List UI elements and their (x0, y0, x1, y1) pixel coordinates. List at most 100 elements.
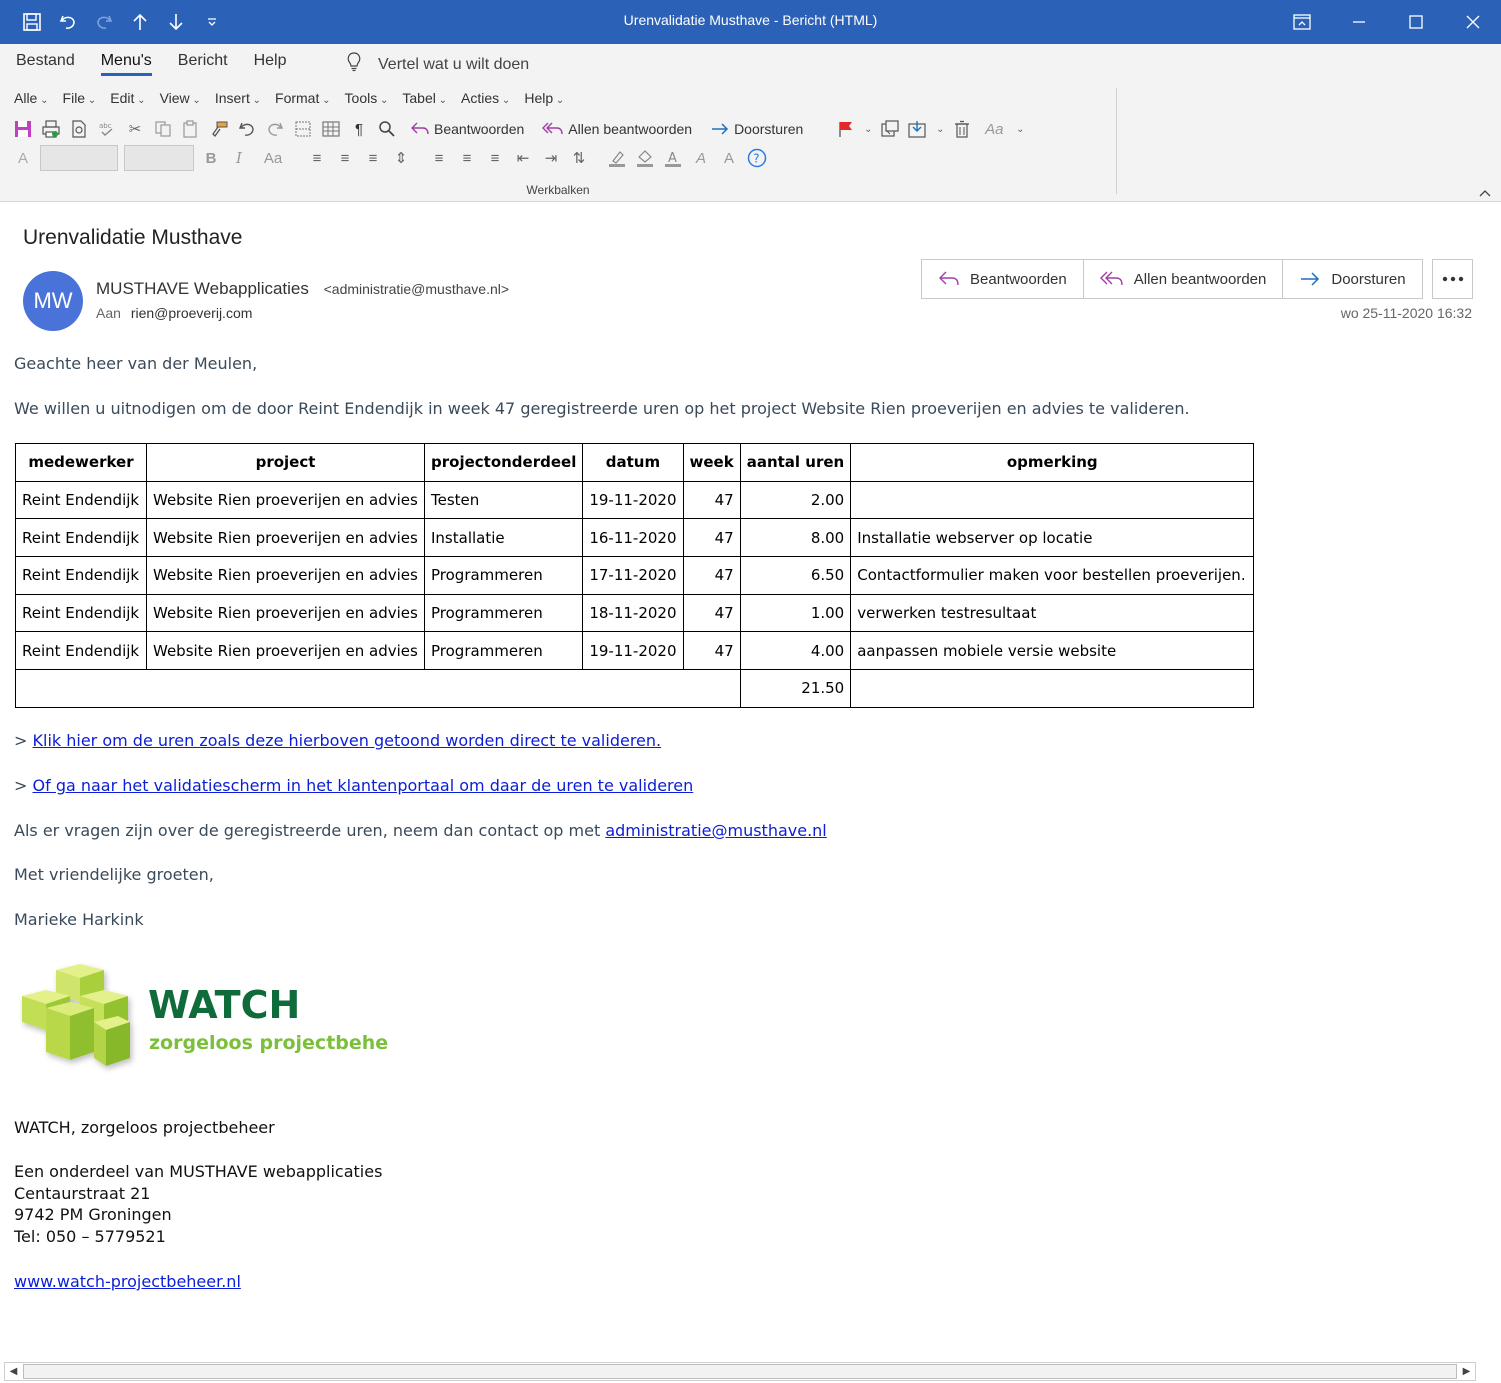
spelling-icon[interactable]: abc (96, 118, 118, 140)
align-left-icon[interactable]: ≡ (306, 147, 328, 169)
format-painter-icon[interactable] (208, 118, 230, 140)
tab-help[interactable]: Help (254, 52, 287, 76)
website-link[interactable]: www.watch-projectbeheer.nl (14, 1272, 241, 1291)
help-icon[interactable]: ? (746, 147, 768, 169)
tab-bestand[interactable]: Bestand (16, 52, 75, 76)
table-cell: Testen (423, 480, 584, 520)
line-spacing-icon[interactable]: ⇕ (390, 147, 412, 169)
menu-file[interactable]: File (63, 90, 97, 106)
menu-edit[interactable]: Edit (110, 90, 145, 106)
reply-all-button[interactable]: Allen beantwoorden (536, 121, 698, 137)
tab-menus[interactable]: Menu's (100, 52, 152, 76)
questions-line: Als er vragen zijn over de geregistreerd… (14, 821, 827, 840)
menu-alle[interactable]: Alle (14, 90, 49, 106)
more-actions-button[interactable] (1432, 259, 1473, 299)
justify-icon[interactable]: ≡ (362, 147, 384, 169)
portal-link[interactable]: Of ga naar het validatiescherm in het kl… (33, 776, 694, 795)
shading-icon[interactable] (634, 147, 656, 169)
table-cell: Website Rien proeverijen en advies (146, 556, 425, 595)
signature-line: Tel: 050 – 5779521 (14, 1226, 166, 1246)
tab-bericht[interactable]: Bericht (178, 52, 228, 76)
table-cell: verwerken testresultaat (850, 593, 1255, 633)
column-header: opmerking (850, 443, 1255, 482)
bullets-icon[interactable]: ≡ (484, 147, 506, 169)
zoom-icon[interactable] (376, 118, 398, 140)
to-label: Aan (96, 305, 121, 321)
minimize-icon[interactable] (1330, 0, 1387, 44)
forward-label: Doorsturen (734, 121, 804, 137)
numbering-icon[interactable]: ≡ (428, 147, 450, 169)
pilcrow-icon[interactable]: ¶ (348, 118, 370, 140)
scroll-right-icon[interactable]: ▶ (1458, 1363, 1475, 1380)
font-size-icon[interactable]: A (12, 147, 34, 169)
print-icon[interactable] (40, 118, 62, 140)
reply-button[interactable]: Beantwoorden (922, 260, 1084, 298)
menu-tabel[interactable]: Tabel (402, 90, 447, 106)
table-cell: Installatie webserver op locatie (850, 518, 1255, 558)
copy-icon[interactable] (152, 118, 174, 140)
change-case-icon[interactable]: Aa (256, 147, 290, 169)
font-size-select[interactable] (124, 145, 194, 171)
lightbulb-icon (346, 52, 362, 77)
contact-email-link[interactable]: administratie@musthave.nl (605, 821, 826, 840)
move-icon[interactable] (907, 118, 929, 140)
forward-button[interactable]: Doorsturen (1283, 260, 1421, 298)
decrease-indent-icon[interactable]: ⇤ (512, 147, 534, 169)
to-address[interactable]: rien@proeverij.com (131, 305, 253, 321)
text-effects-icon[interactable]: A (690, 147, 712, 169)
horizontal-scrollbar[interactable]: ◀ ▶ (4, 1362, 1476, 1381)
ribbon: Bestand Menu's Bericht Help Vertel wat u… (0, 44, 1501, 202)
styles-icon[interactable]: Aa (979, 118, 1009, 140)
cut-icon[interactable]: ✂ (124, 118, 146, 140)
table-cell: 19-11-2020 (582, 480, 684, 520)
bold-icon[interactable]: B (200, 147, 222, 169)
reply-all-button[interactable]: Allen beantwoorden (1084, 260, 1284, 298)
tell-me-search[interactable]: Vertel wat u wilt doen (346, 52, 529, 77)
menu-help[interactable]: Help (524, 90, 564, 106)
align-center-icon[interactable]: ≡ (334, 147, 356, 169)
menu-tools[interactable]: Tools (345, 90, 389, 106)
highlight-icon[interactable] (606, 147, 628, 169)
save-icon[interactable] (12, 118, 34, 140)
undo-icon[interactable] (236, 118, 258, 140)
multilevel-list-icon[interactable]: ≡ (456, 147, 478, 169)
font-name-select[interactable] (40, 145, 118, 171)
chevron-down-icon[interactable]: ⌄ (863, 118, 873, 140)
sender[interactable]: MUSTHAVE Webapplicaties <administratie@m… (96, 279, 509, 299)
menu-format[interactable]: Format (275, 90, 331, 106)
paste-icon[interactable] (180, 118, 202, 140)
validate-direct-link[interactable]: Klik hier om de uren zoals deze hierbove… (33, 731, 662, 750)
increase-indent-icon[interactable]: ⇥ (540, 147, 562, 169)
reply-button[interactable]: Beantwoorden (404, 121, 530, 137)
table-cell: Programmeren (423, 631, 584, 671)
table-cell: Contactformulier maken voor bestellen pr… (850, 556, 1255, 595)
flag-icon[interactable] (835, 118, 857, 140)
close-icon[interactable] (1444, 0, 1501, 44)
signature-name: Marieke Harkink (14, 910, 144, 929)
maximize-icon[interactable] (1387, 0, 1444, 44)
borders-icon[interactable] (292, 118, 314, 140)
menu-view[interactable]: View (160, 90, 201, 106)
redo-icon[interactable] (264, 118, 286, 140)
table-icon[interactable] (320, 118, 342, 140)
forward-button[interactable]: Doorsturen (704, 121, 809, 137)
print-preview-icon[interactable] (68, 118, 90, 140)
delete-icon[interactable] (951, 118, 973, 140)
scrollbar-thumb[interactable] (23, 1364, 1457, 1379)
menu-acties[interactable]: Acties (461, 90, 510, 106)
logo-tagline: zorgeloos projectbeheer (149, 1032, 388, 1054)
chevron-down-icon[interactable]: ⌄ (1015, 118, 1025, 140)
font-color-icon[interactable]: A (662, 147, 684, 169)
chevron-down-icon[interactable]: ⌄ (935, 118, 945, 140)
reply-icon (939, 271, 959, 286)
collapse-ribbon-icon[interactable] (1479, 186, 1491, 200)
move-to-folder-icon[interactable] (879, 118, 901, 140)
sort-icon[interactable]: ⇅ (568, 147, 590, 169)
ribbon-display-icon[interactable] (1273, 0, 1330, 44)
forward-label: Doorsturen (1331, 270, 1406, 288)
clear-formatting-icon[interactable]: A (718, 147, 740, 169)
italic-icon[interactable]: I (228, 147, 250, 169)
scroll-left-icon[interactable]: ◀ (5, 1363, 22, 1380)
menu-insert[interactable]: Insert (215, 90, 261, 106)
sender-name: MUSTHAVE Webapplicaties (96, 279, 309, 298)
